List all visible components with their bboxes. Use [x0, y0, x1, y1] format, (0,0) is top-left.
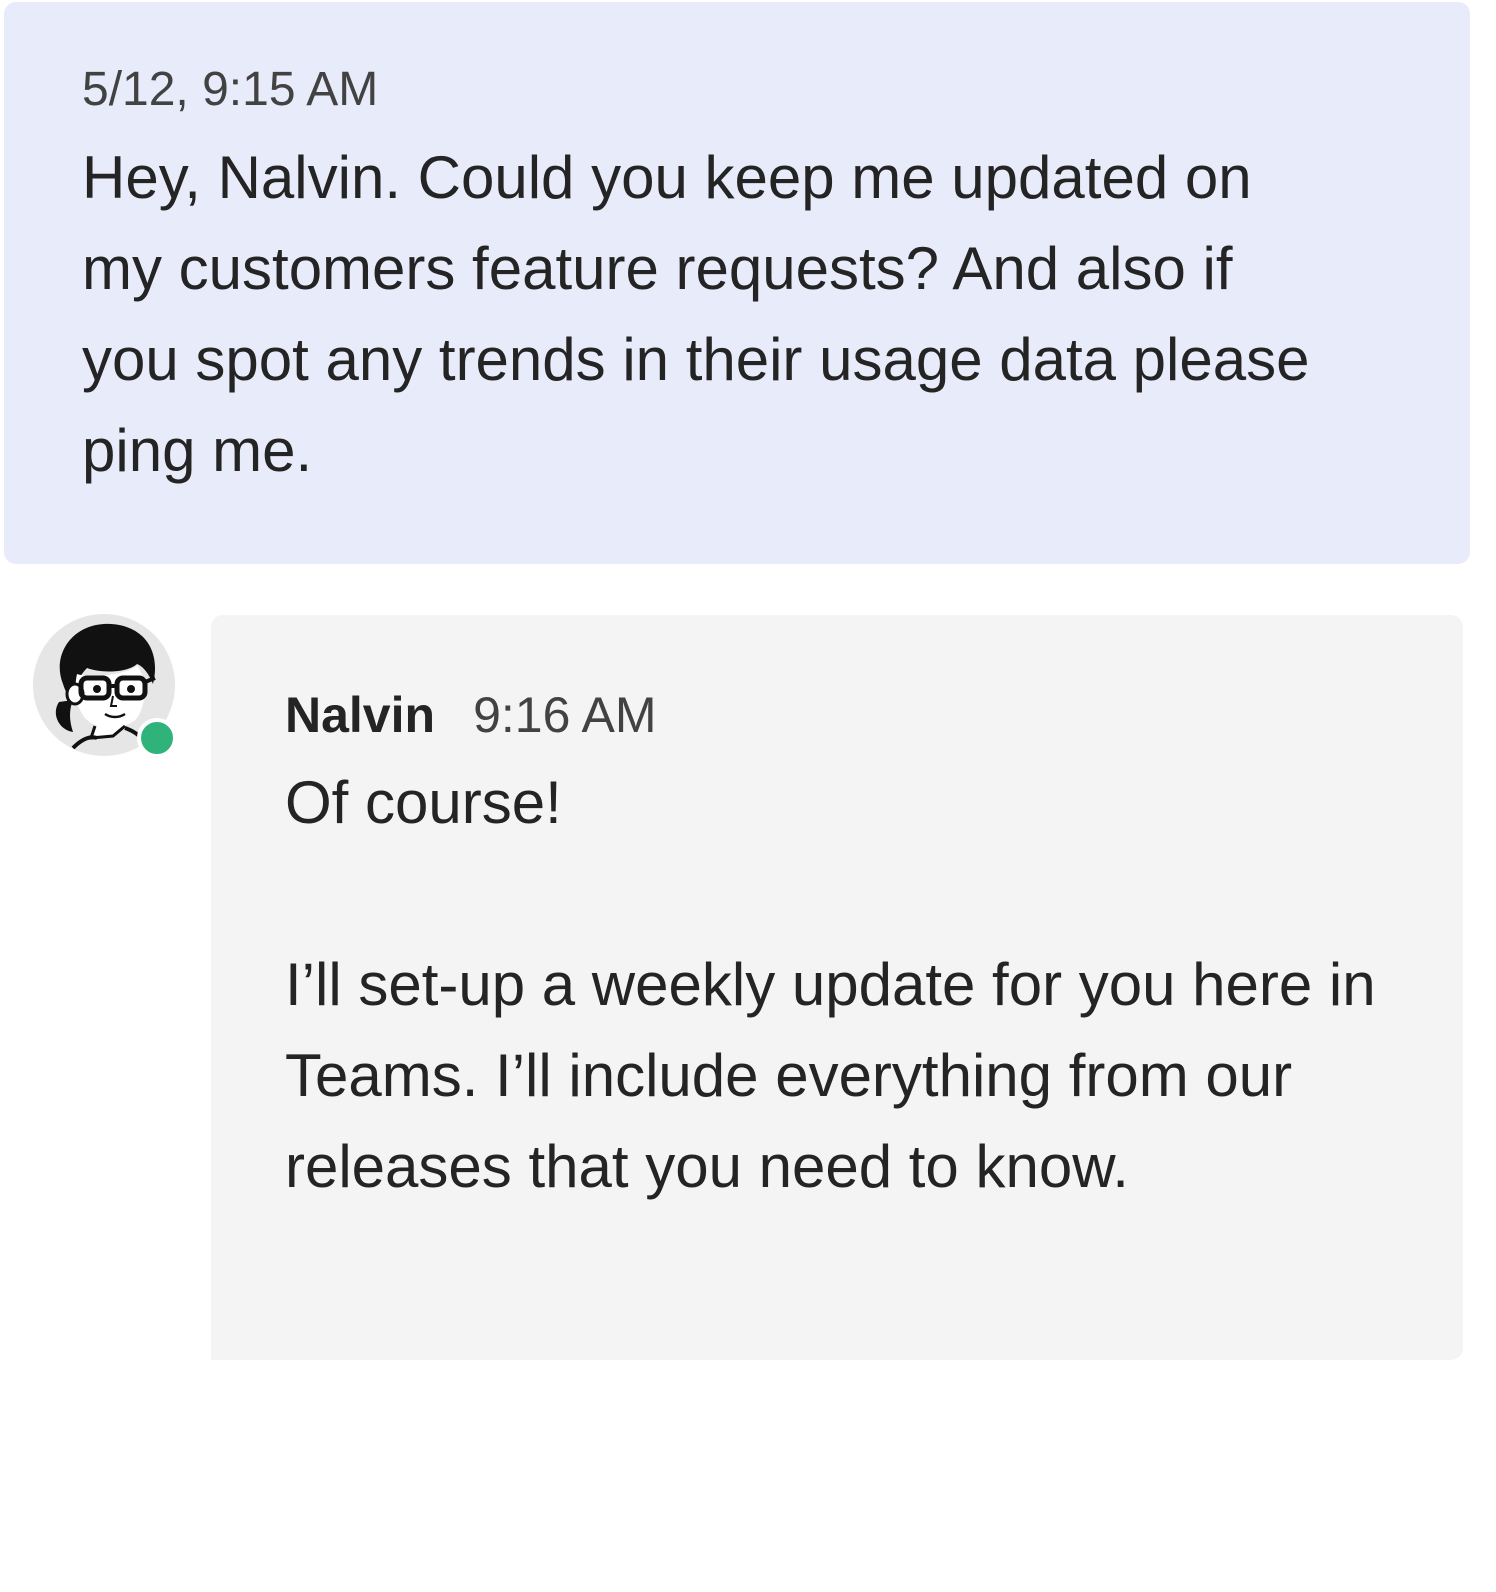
received-message-timestamp: 9:16 AM — [473, 687, 657, 743]
sent-message-timestamp: 5/12, 9:15 AM — [82, 63, 379, 116]
sent-message-bubble[interactable]: 5/12, 9:15 AM Hey, Nalvin. Could you kee… — [4, 2, 1470, 564]
received-message-paragraph: I’ll set-up a weekly update for you here… — [285, 951, 1376, 1200]
presence-available-icon — [137, 718, 177, 758]
received-message-header: Nalvin 9:16 AM — [285, 685, 1383, 745]
chat-thread: 5/12, 9:15 AM Hey, Nalvin. Could you kee… — [0, 0, 1496, 1592]
received-message-bubble[interactable]: Nalvin 9:16 AM Of course! I’ll set-up a w… — [211, 615, 1463, 1360]
sender-avatar[interactable] — [33, 614, 179, 760]
received-message-paragraph: Of course! — [285, 769, 562, 836]
sent-message-text: Hey, Nalvin. Could you keep me updated o… — [82, 144, 1310, 484]
sender-name[interactable]: Nalvin — [285, 687, 435, 743]
